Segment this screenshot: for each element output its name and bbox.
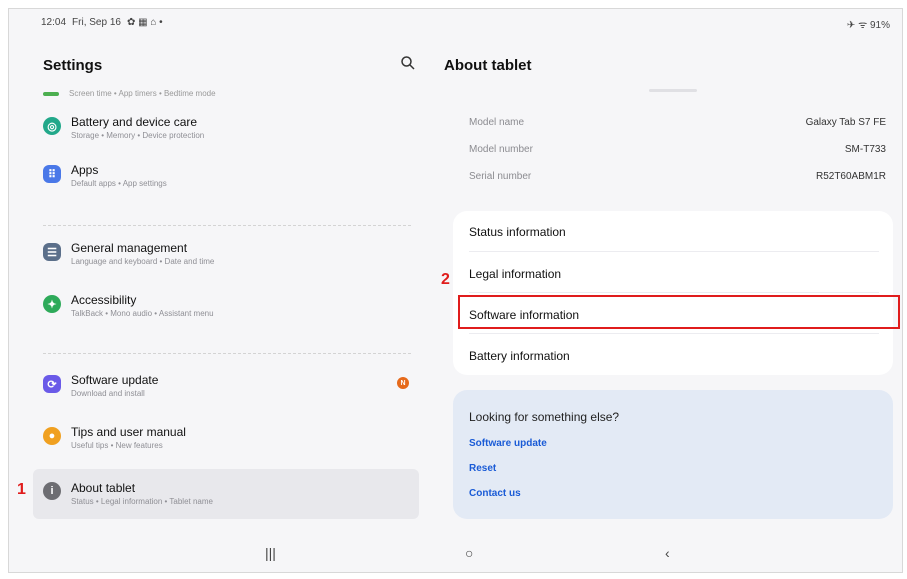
legal-information-row[interactable]: Legal information [469, 267, 879, 281]
general-management-icon: ☰ [43, 243, 61, 261]
new-badge: N [397, 377, 409, 389]
menu-item-title: Software update [71, 373, 159, 387]
partial-subtitle: Screen time • App timers • Bedtime mode [69, 89, 216, 98]
info-value: Galaxy Tab S7 FE [805, 117, 886, 128]
status-date: Fri, Sep 16 [72, 17, 121, 28]
menu-item-title: General management [71, 241, 188, 255]
section-divider [43, 225, 411, 226]
menu-item-battery-device-care[interactable]: ◎ Battery and device care Storage • Memo… [33, 109, 419, 149]
menu-item-title: Apps [71, 163, 99, 177]
search-icon[interactable] [400, 55, 416, 71]
notification-icons: ✿ ▦ ⌂ • [126, 17, 163, 28]
link-reset[interactable]: Reset [469, 463, 496, 474]
menu-item-accessibility[interactable]: ✦ Accessibility TalkBack • Mono audio • … [33, 287, 419, 327]
status-time: 12:04 [41, 17, 67, 28]
looking-heading: Looking for something else? [469, 410, 620, 424]
annotation-2: 2 [441, 271, 450, 288]
highlight-box [458, 295, 900, 329]
info-card: Status information Legal information Sof… [453, 211, 893, 375]
accessibility-icon: ✦ [43, 295, 61, 313]
menu-item-subtitle: Useful tips • New features [71, 441, 163, 450]
link-software-update[interactable]: Software update [469, 438, 547, 449]
about-icon: i [43, 482, 61, 500]
digital-wellbeing-partial[interactable]: Screen time • App timers • Bedtime mode [43, 89, 216, 98]
status-information-row[interactable]: Status information [469, 225, 879, 239]
about-tablet-title: About tablet [444, 57, 532, 74]
info-serial-number: Serial number R52T60ABM1R [469, 171, 886, 182]
row-divider [469, 292, 879, 293]
menu-item-subtitle: Default apps • App settings [71, 179, 167, 188]
menu-item-title: Tips and user manual [71, 425, 186, 439]
looking-for-something-else-card: Looking for something else? Software upd… [453, 390, 893, 519]
menu-item-title: Accessibility [71, 293, 137, 307]
menu-item-tips-user-manual[interactable]: ● Tips and user manual Useful tips • New… [33, 419, 419, 459]
menu-item-subtitle: Download and install [71, 389, 145, 398]
menu-item-subtitle: Storage • Memory • Device protection [71, 131, 205, 140]
row-divider [469, 251, 879, 252]
apps-icon: ⠿ [43, 165, 61, 183]
info-label: Model name [469, 117, 525, 128]
section-divider [43, 353, 411, 354]
info-model-number: Model number SM-T733 [469, 144, 886, 155]
software-update-icon: ⟳ [43, 375, 61, 393]
menu-item-about-tablet[interactable]: i About tablet Status • Legal informatio… [33, 469, 419, 519]
menu-item-title: About tablet [71, 481, 136, 495]
back-button[interactable]: ‹ [665, 545, 670, 561]
home-button[interactable]: ○ [465, 545, 473, 561]
wellbeing-icon [43, 91, 59, 96]
menu-item-general-management[interactable]: ☰ General management Language and keyboa… [33, 235, 419, 275]
info-model-name: Model name Galaxy Tab S7 FE [469, 117, 886, 128]
menu-item-subtitle: Language and keyboard • Date and time [71, 257, 215, 266]
status-bar: 12:04 Fri, Sep 16 ✿ ▦ ⌂ • ✈ ᯤ 91% [9, 9, 902, 35]
row-divider [469, 333, 879, 334]
battery-information-row[interactable]: Battery information [469, 349, 879, 363]
annotation-1: 1 [17, 481, 26, 498]
info-value: SM-T733 [844, 144, 886, 155]
settings-title: Settings [43, 57, 103, 74]
scroll-indicator [649, 89, 697, 92]
settings-panel: Settings Screen time • App timers • Bedt… [33, 35, 420, 525]
info-label: Serial number [469, 171, 532, 182]
menu-item-apps[interactable]: ⠿ Apps Default apps • App settings [33, 157, 419, 197]
navigation-bar: ||| ○ ‹ [9, 531, 902, 572]
tablet-screen: 12:04 Fri, Sep 16 ✿ ▦ ⌂ • ✈ ᯤ 91% Settin… [8, 8, 903, 573]
status-right: ✈ ᯤ 91% [846, 20, 890, 31]
info-label: Model number [469, 144, 533, 155]
menu-item-subtitle: TalkBack • Mono audio • Assistant menu [71, 309, 214, 318]
tips-icon: ● [43, 427, 61, 445]
menu-item-software-update[interactable]: ⟳ Software update Download and install N [33, 367, 419, 407]
info-value: R52T60ABM1R [815, 171, 886, 182]
menu-item-title: Battery and device care [71, 115, 198, 129]
menu-item-subtitle: Status • Legal information • Tablet name [71, 497, 213, 506]
recent-apps-button[interactable]: ||| [265, 545, 276, 561]
battery-care-icon: ◎ [43, 117, 61, 135]
link-contact-us[interactable]: Contact us [469, 488, 521, 499]
